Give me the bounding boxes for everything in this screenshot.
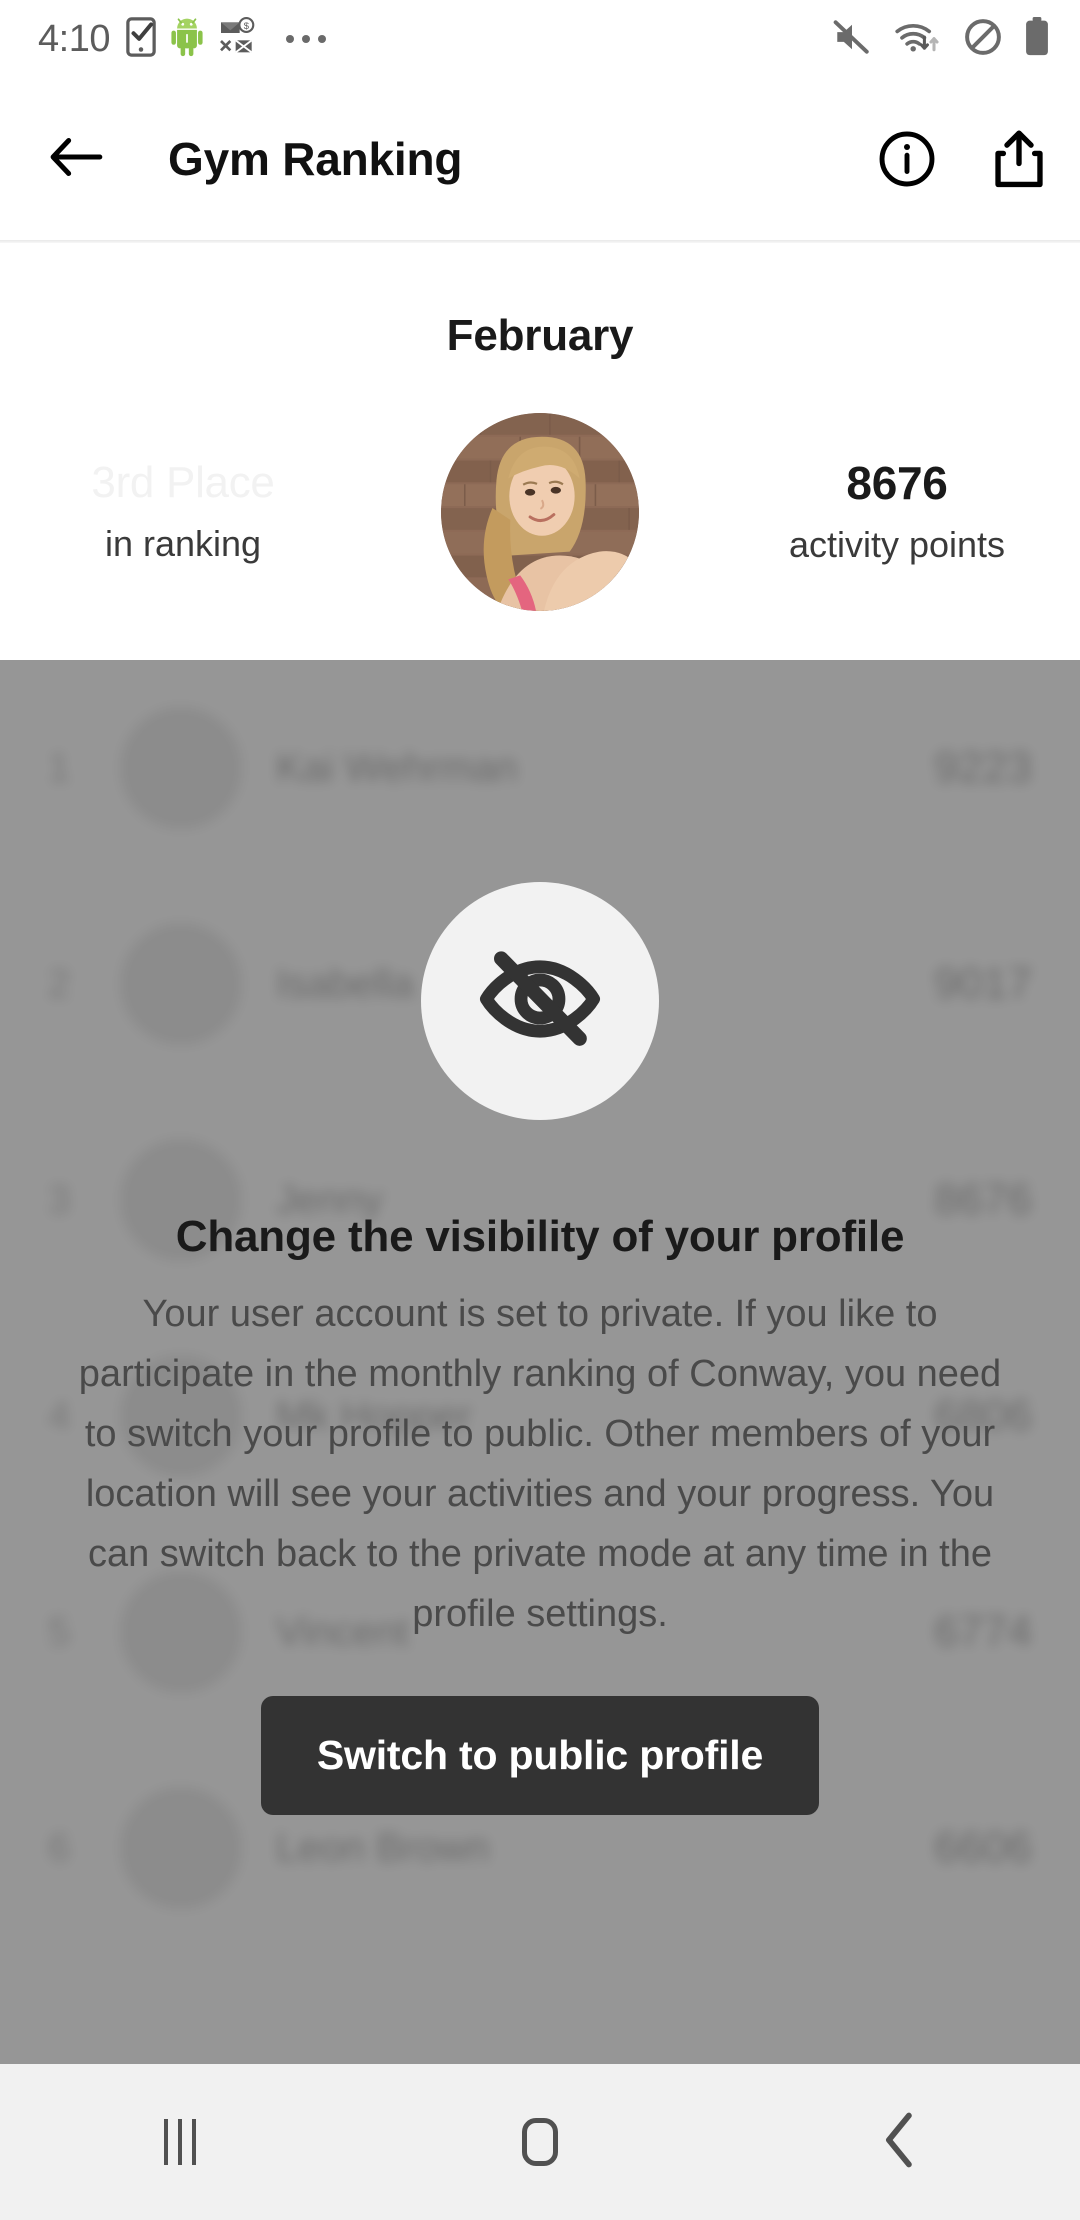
eye-off-icon [474,933,606,1070]
wifi-icon [894,19,942,60]
mail-blocked-icon: $ [218,16,256,62]
volume-muted-icon [832,19,872,60]
status-bar-right [832,16,1050,62]
dialog-body: Your user account is set to private. If … [78,1293,1002,1635]
status-bar-left: 4:10 $ [38,16,326,62]
app-bar: Gym Ranking [0,78,1080,240]
recents-icon [164,2119,196,2165]
info-button[interactable] [878,130,936,188]
month-label: February [446,311,634,360]
do-not-disturb-icon [964,18,1002,61]
ranking-header-card: February 3rd Place in ranking 8676 activ… [0,243,1080,660]
home-button[interactable] [450,2092,630,2192]
home-icon [522,2118,558,2166]
place-value: 3rd Place [91,457,275,507]
more-dots-icon [285,35,326,43]
points-value: 8676 [846,456,948,509]
recents-button[interactable] [90,2092,270,2192]
back-button[interactable] [48,135,104,184]
android-robot-icon [170,17,204,62]
eye-off-icon-badge [421,882,659,1120]
hero-summary-row: 3rd Place in ranking 8676 activity point… [0,413,1080,611]
avatar [441,413,639,611]
points-caption: activity points [788,524,1006,566]
svg-text:$: $ [244,21,250,31]
place-caption: in ranking [104,523,262,565]
share-button[interactable] [992,130,1046,188]
dialog-title: Change the visibility of your profile [175,1212,905,1261]
phone-check-icon [126,16,156,62]
visibility-dialog: Change the visibility of your profile Yo… [0,660,1080,2064]
android-nav-bar [0,2064,1080,2220]
status-notification-icons: $ [126,16,256,62]
place-block: 3rd Place in ranking [18,457,348,565]
status-clock: 4:10 [38,17,110,60]
chevron-left-icon [880,2111,920,2174]
switch-to-public-profile-button[interactable]: Switch to public profile [260,1696,820,1815]
points-block: 8676 activity points [732,458,1062,567]
status-bar: 4:10 $ [0,0,1080,78]
back-nav-button[interactable] [810,2092,990,2192]
avatar-photo [441,413,639,611]
battery-full-icon [1024,16,1050,62]
page-title: Gym Ranking [168,133,463,185]
